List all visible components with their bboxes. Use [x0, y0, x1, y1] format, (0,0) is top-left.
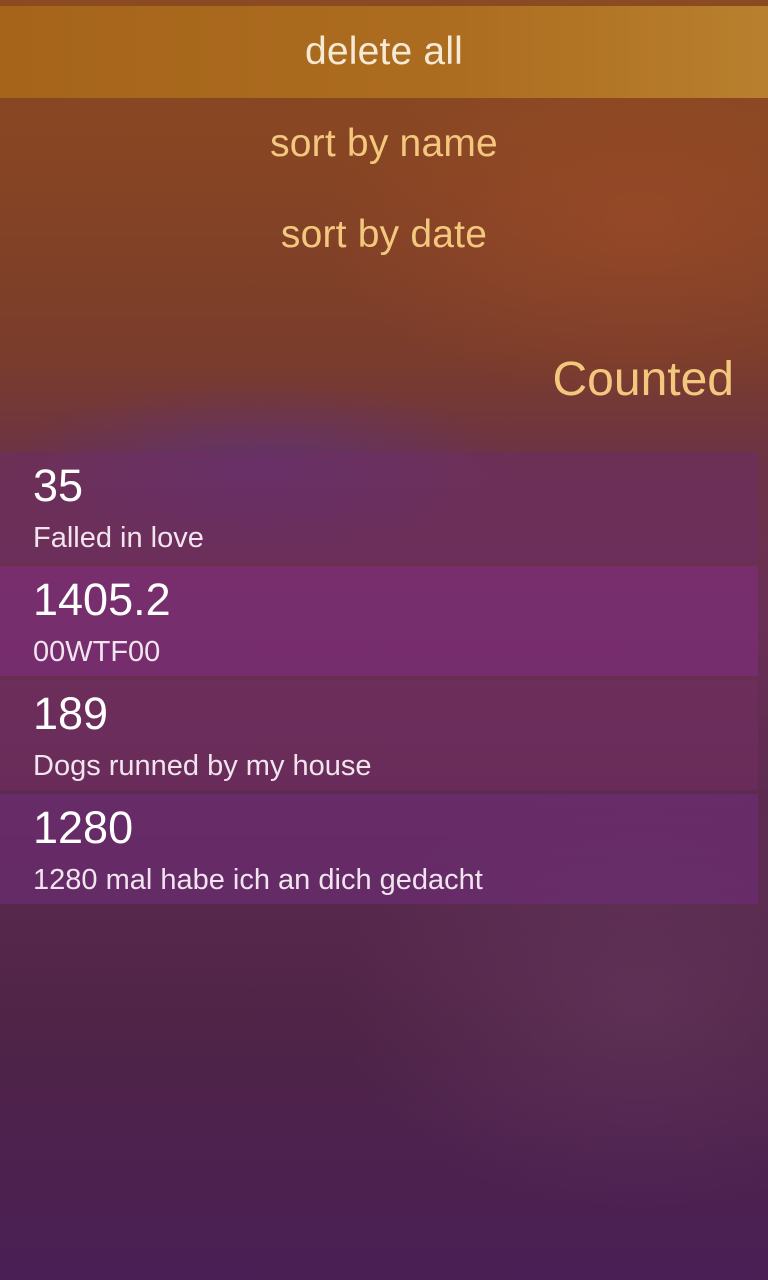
- counter-name: Falled in love: [33, 522, 204, 554]
- counter-name: Dogs runned by my house: [33, 750, 372, 782]
- counter-value: 189: [33, 688, 109, 739]
- pulley-menu: delete all sort by name sort by date: [0, 0, 768, 280]
- menu-item-label: sort by name: [270, 122, 498, 165]
- list-item[interactable]: 1280 1280 mal habe ich an dich gedacht: [0, 794, 758, 904]
- menu-item-sort-by-date[interactable]: sort by date: [0, 189, 768, 281]
- menu-item-label: delete all: [304, 30, 464, 73]
- list-item[interactable]: 189 Dogs runned by my house: [0, 680, 758, 790]
- counter-value: 1280: [33, 802, 134, 853]
- menu-item-label: sort by date: [280, 213, 488, 256]
- page-title: Counted: [552, 353, 734, 406]
- counter-name: 1280 mal habe ich an dich gedacht: [33, 864, 483, 896]
- menu-item-sort-by-name[interactable]: sort by name: [0, 98, 768, 190]
- counter-value: 1405.2: [33, 574, 171, 625]
- list-item[interactable]: 35 Falled in love: [0, 452, 758, 562]
- list-item[interactable]: 1405.2 00WTF00: [0, 566, 758, 676]
- menu-item-delete-all[interactable]: delete all: [0, 6, 768, 98]
- counter-name: 00WTF00: [33, 636, 161, 668]
- counter-list: 35 Falled in love 1405.2 00WTF00 189 Dog…: [0, 452, 758, 908]
- counter-value: 35: [33, 460, 84, 511]
